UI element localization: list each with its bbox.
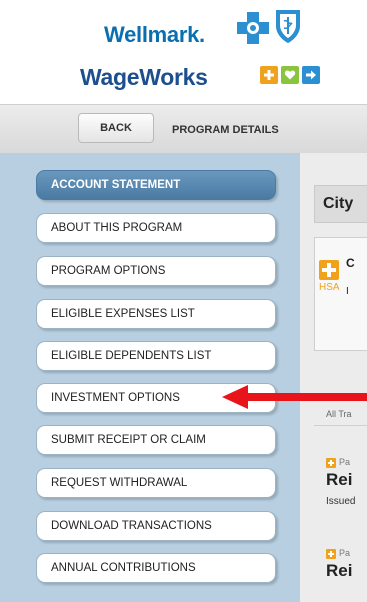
wageworks-logo-text: WageWorks (80, 64, 208, 90)
transaction-title: Rei (326, 470, 353, 489)
page-title: PROGRAM DETAILS (172, 124, 279, 136)
brand-icons (260, 66, 320, 84)
transaction-kind: Pa (339, 548, 351, 558)
sidebar-item-eligible-expenses-list[interactable]: ELIGIBLE EXPENSES LIST (36, 299, 276, 329)
account-header: City (314, 185, 367, 223)
sidebar: ACCOUNT STATEMENT ABOUT THIS PROGRAM PRO… (0, 153, 300, 602)
wellmark-logo-text: Wellmark. (104, 22, 205, 47)
transaction-item[interactable]: Pa Rei (326, 546, 367, 602)
arrow-right-icon (302, 66, 320, 84)
sidebar-item-account-statement[interactable]: ACCOUNT STATEMENT (36, 170, 276, 200)
blue-cross-icon (237, 12, 269, 44)
sidebar-item-submit-receipt-or-claim[interactable]: SUBMIT RECEIPT OR CLAIM (36, 425, 276, 455)
back-button[interactable]: BACK (78, 113, 154, 143)
sidebar-item-download-transactions[interactable]: DOWNLOAD TRANSACTIONS (36, 511, 276, 541)
hsa-plus-icon (319, 260, 339, 280)
transaction-subtitle: Issued (326, 496, 356, 507)
hsa-badge: HSA (319, 282, 340, 293)
hsa-account-card[interactable]: HSA C I (314, 237, 367, 351)
transaction-kind: Pa (339, 457, 351, 467)
blue-shield-icon (276, 10, 300, 43)
top-navigation-bar: BACK PROGRAM DETAILS (0, 104, 367, 154)
heart-icon (281, 66, 299, 84)
sidebar-item-eligible-dependents-list[interactable]: ELIGIBLE DEPENDENTS LIST (36, 341, 276, 371)
sidebar-item-about-this-program[interactable]: ABOUT THIS PROGRAM (36, 213, 276, 243)
account-header-title: City (323, 195, 354, 212)
plus-icon (326, 549, 336, 559)
plus-icon (326, 458, 336, 468)
header-logo: Wellmark. WageWorks (0, 0, 367, 104)
plus-icon (260, 66, 278, 84)
red-arrow-annotation (222, 385, 367, 409)
sidebar-item-request-withdrawal[interactable]: REQUEST WITHDRAWAL (36, 468, 276, 498)
hsa-card-text: I (346, 286, 349, 297)
main-content-panel: City HSA C I All Tra Pa Rei Issued Pa Re… (300, 153, 367, 602)
sidebar-item-annual-contributions[interactable]: ANNUAL CONTRIBUTIONS (36, 553, 276, 583)
transaction-item[interactable]: Pa Rei Issued (326, 455, 367, 519)
divider (314, 425, 367, 426)
transaction-title: Rei (326, 561, 353, 580)
hsa-card-title: C (346, 256, 355, 270)
sidebar-item-program-options[interactable]: PROGRAM OPTIONS (36, 256, 276, 286)
